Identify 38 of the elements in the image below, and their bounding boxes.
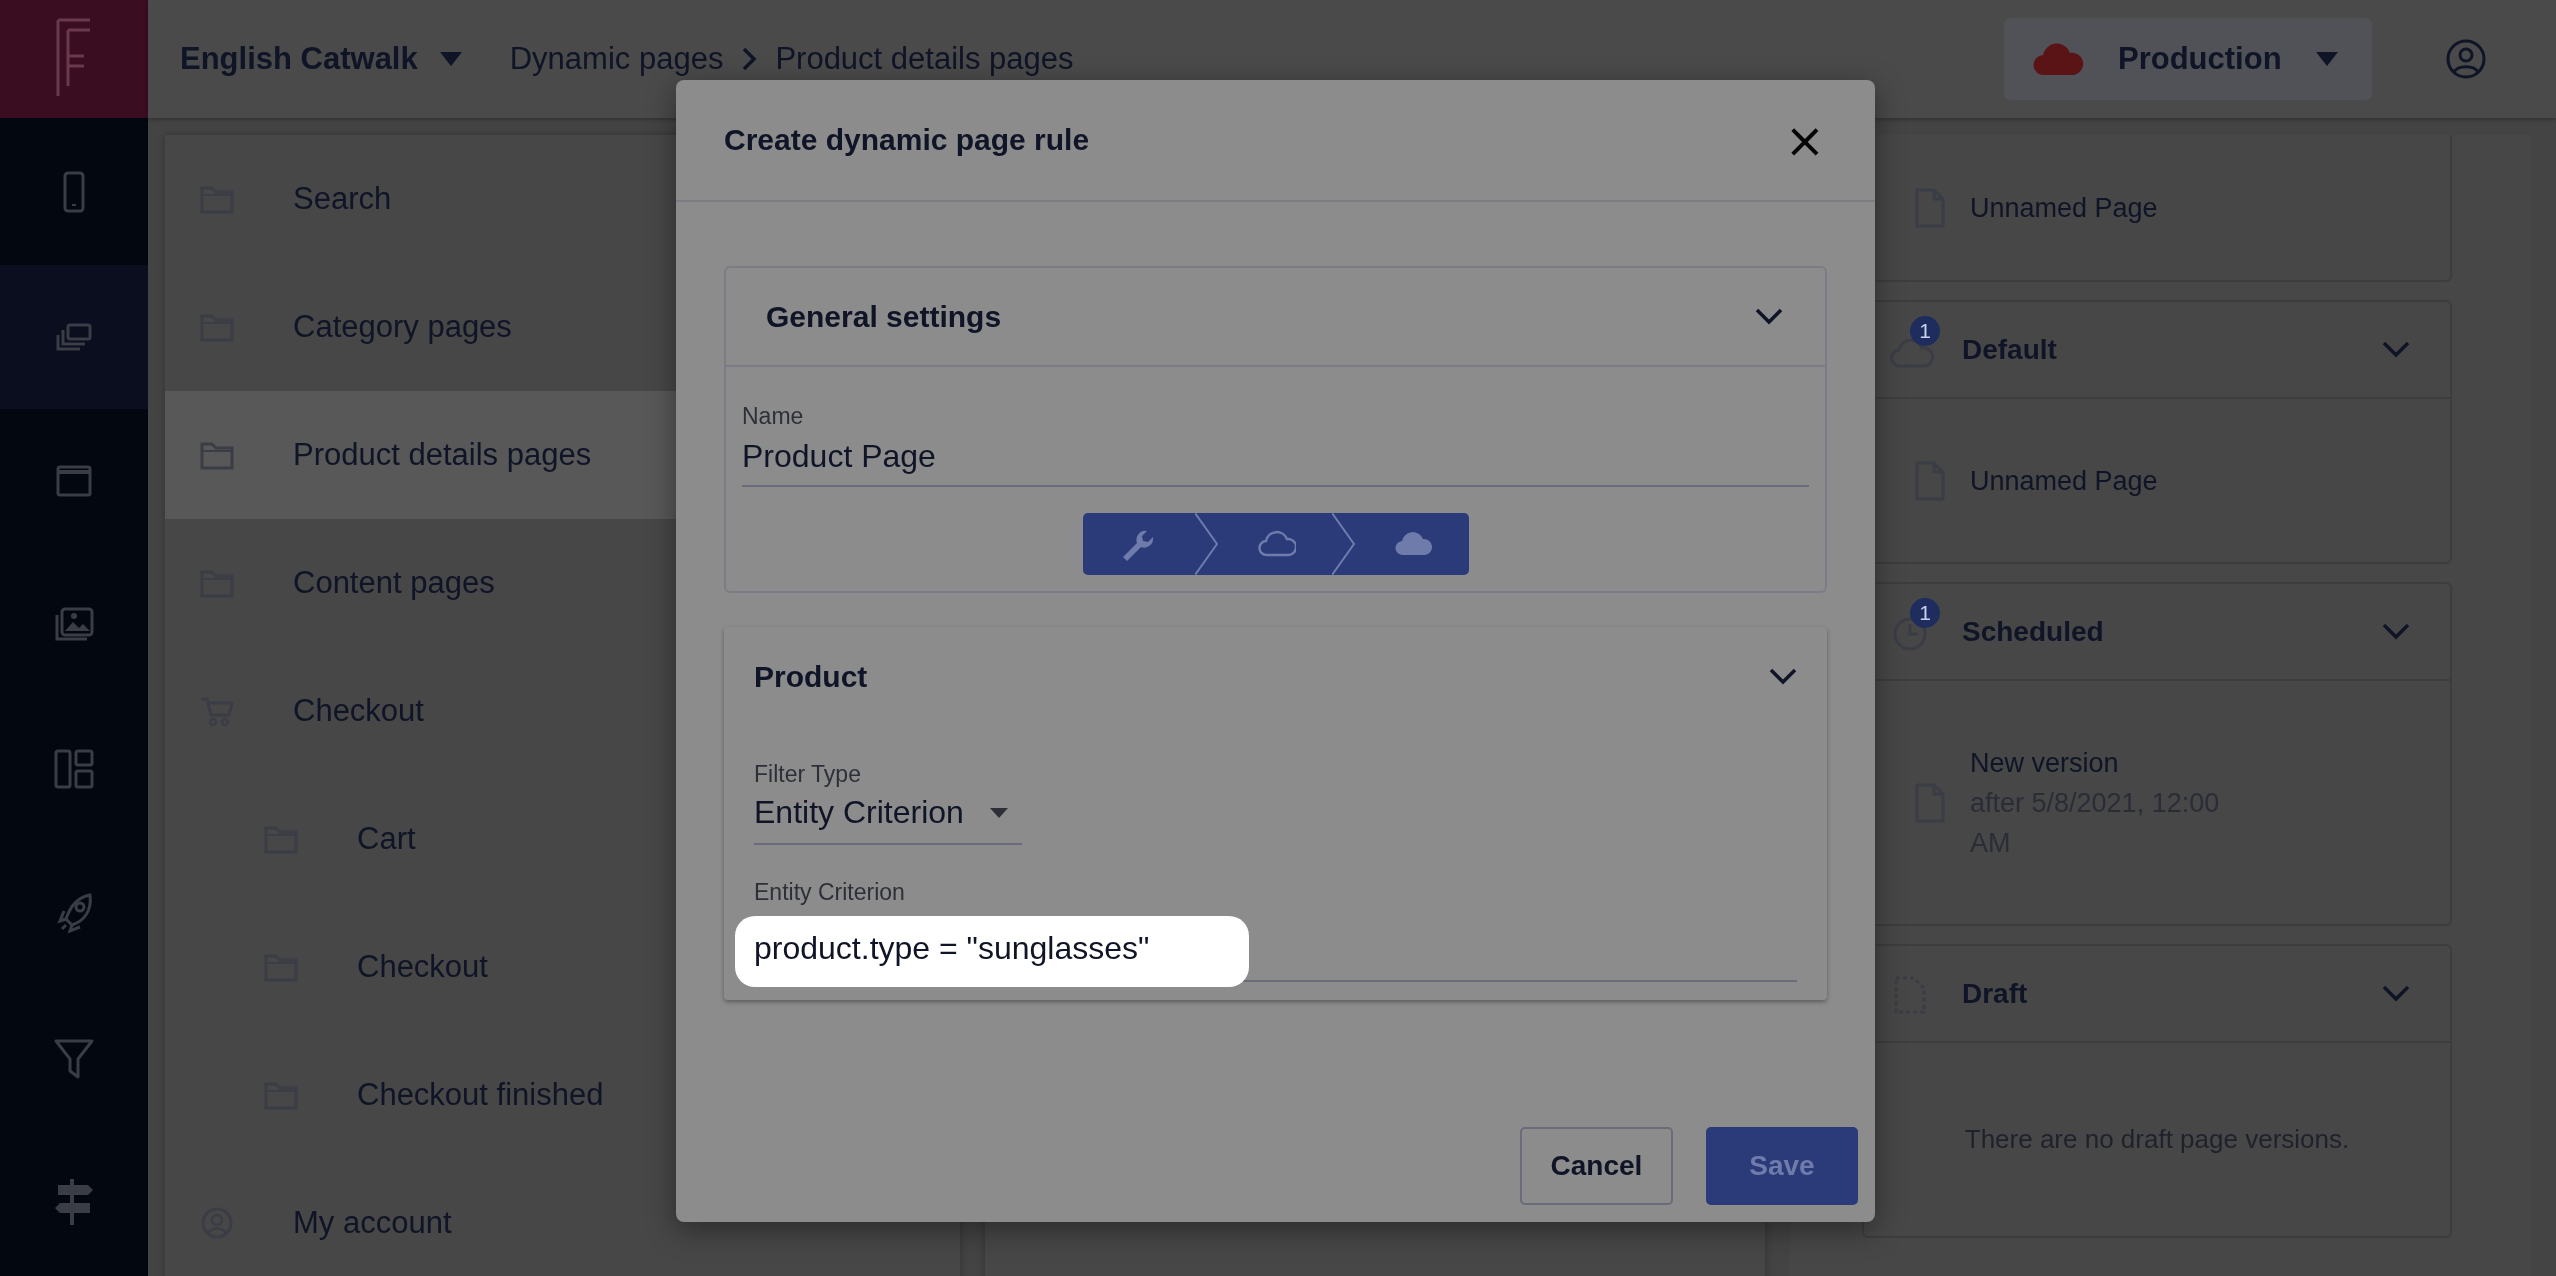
site-selector[interactable]: English Catwalk <box>180 41 462 77</box>
page-list-item[interactable]: Content pages <box>165 519 960 647</box>
page-title: New version <box>1970 746 2120 780</box>
count-badge: 1 <box>1910 597 1940 628</box>
field-label: Name <box>742 403 805 430</box>
chevron-down-icon[interactable] <box>1769 668 1797 686</box>
name-field[interactable]: Product Page <box>742 430 1809 487</box>
section-title: Product <box>754 660 869 694</box>
environment-selector[interactable]: Production <box>2004 18 2372 100</box>
page-list-item[interactable]: Checkout finished <box>165 1031 960 1159</box>
dialog-title: Create dynamic page rule <box>724 123 1091 157</box>
caret-icon <box>2316 52 2338 66</box>
stage-steps[interactable] <box>1082 513 1469 575</box>
card-title: Scheduled <box>1962 615 2105 648</box>
close-button[interactable]: × <box>1778 116 1831 164</box>
chevron-down-icon[interactable] <box>1755 307 1783 326</box>
page-list-item[interactable]: My account <box>165 1159 960 1276</box>
chevron-right-icon <box>741 46 758 72</box>
card-title: Default <box>1962 333 2058 366</box>
cloud-icon <box>2032 41 2084 77</box>
chevron-separator-icon <box>1331 513 1356 575</box>
save-button[interactable]: Save <box>1706 1127 1858 1205</box>
field-label: Filter Type <box>754 761 862 788</box>
filter-type-dropdown[interactable]: Entity Criterion <box>754 788 1022 845</box>
card-title: Draft <box>1962 977 2029 1010</box>
count-badge: 1 <box>1910 315 1940 346</box>
field-label: Entity Criterion <box>754 879 906 906</box>
chevron-separator-icon <box>1195 513 1220 575</box>
page-title: Unnamed Page <box>1970 191 2158 225</box>
breadcrumb-link[interactable]: Product details pages <box>775 41 1074 77</box>
section-title: General settings <box>766 299 1003 334</box>
user-icon[interactable] <box>2446 39 2486 79</box>
cancel-button[interactable]: Cancel <box>1520 1127 1673 1205</box>
caret-icon <box>989 807 1008 818</box>
breadcrumb-link[interactable]: Dynamic pages <box>509 41 724 77</box>
criterion-field[interactable]: product.type = "sunglasses" <box>735 916 1250 987</box>
caret-icon <box>439 52 462 66</box>
page-title: Unnamed Page <box>1970 464 2158 498</box>
